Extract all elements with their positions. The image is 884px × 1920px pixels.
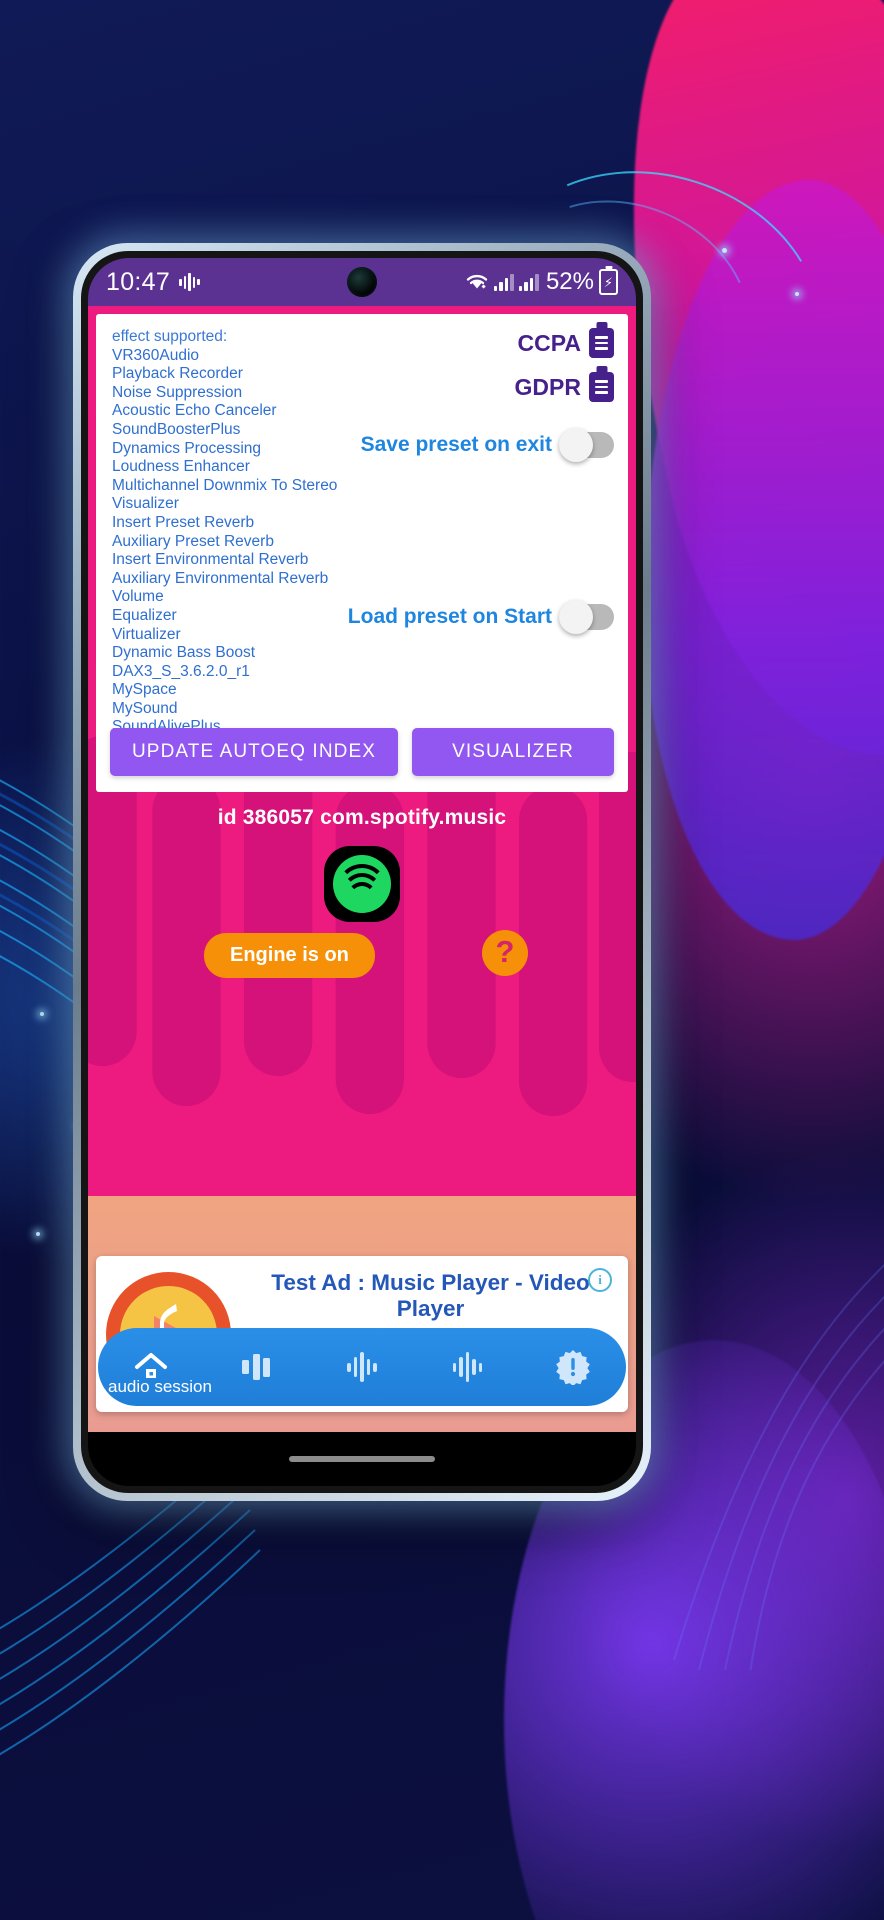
- ad-title: Test Ad : Music Player - Video Player: [271, 1270, 590, 1321]
- status-clock: 10:47: [106, 267, 171, 296]
- engine-status-button[interactable]: Engine is on: [204, 933, 375, 978]
- session-id-label: id 386057 com.spotify.music: [217, 806, 507, 829]
- clipboard-icon: [589, 372, 614, 402]
- app-content: effect supported: VR360Audio Playback Re…: [88, 306, 636, 1432]
- save-preset-label: Save preset on exit: [360, 433, 552, 456]
- gesture-nav-area: [88, 1432, 636, 1486]
- audio-wave-icon: [347, 1348, 377, 1386]
- effect-item: Loudness Enhancer: [112, 458, 250, 476]
- clipboard-icon: [589, 328, 614, 358]
- status-bar-right: 52% ⚡: [465, 268, 618, 296]
- battery-percent-label: 52%: [545, 268, 594, 295]
- wallpaper-spark: [722, 248, 727, 253]
- update-autoeq-index-button[interactable]: UPDATE AUTOEQ INDEX: [110, 728, 398, 776]
- save-preset-row: Save preset on exit: [360, 428, 614, 462]
- wallpaper-spark: [40, 1012, 44, 1016]
- load-preset-toggle[interactable]: [559, 600, 614, 634]
- phone-device: 10:47 52% ⚡ effect supported: VR360Audio…: [73, 243, 651, 1501]
- card-button-row: UPDATE AUTOEQ INDEX VISUALIZER: [110, 728, 614, 776]
- nav-item-wave-2[interactable]: [415, 1328, 521, 1406]
- status-bar-left: 10:47: [106, 268, 200, 297]
- save-preset-toggle[interactable]: [559, 428, 614, 462]
- bottom-navigation-bar: audio session: [98, 1328, 626, 1406]
- nav-item-wave-1[interactable]: [309, 1328, 415, 1406]
- equalizer-bars-icon: [242, 1348, 271, 1386]
- wifi-icon: [466, 274, 488, 289]
- phone-screen: 10:47 52% ⚡ effect supported: VR360Audio…: [88, 258, 636, 1486]
- effect-item: Auxiliary Environmental Reverb: [112, 569, 329, 587]
- camera-punch-hole: [347, 267, 377, 297]
- battery-charging-icon: ⚡: [599, 269, 618, 295]
- phone-bezel: 10:47 52% ⚡ effect supported: VR360Audio…: [81, 251, 643, 1493]
- load-preset-label: Load preset on Start: [347, 605, 552, 628]
- help-icon[interactable]: ?: [482, 930, 528, 976]
- gdpr-button[interactable]: GDPR: [354, 372, 614, 402]
- nav-item-audio-session[interactable]: audio session: [98, 1328, 212, 1406]
- effect-item: MySpace: [112, 681, 177, 699]
- effect-item: DAX3_S_3.6.2.0_r1: [112, 662, 250, 680]
- nav-item-alert[interactable]: [520, 1328, 626, 1406]
- spotify-icon[interactable]: [324, 846, 400, 922]
- status-bar: 10:47 52% ⚡: [88, 258, 636, 306]
- signal-icon: [493, 273, 514, 291]
- effects-card-body: effect supported: VR360Audio Playback Re…: [96, 314, 628, 792]
- gesture-bar[interactable]: [289, 1456, 435, 1462]
- audio-wave-icon: [179, 273, 200, 291]
- effect-item: Insert Environmental Reverb: [112, 551, 309, 569]
- wallpaper-spark: [795, 292, 799, 296]
- signal-icon: [518, 273, 539, 291]
- effect-item: Insert Preset Reverb: [112, 513, 255, 531]
- nav-label-audio-session: audio session: [108, 1377, 212, 1396]
- alert-badge-icon: [555, 1348, 591, 1386]
- ccpa-label: CCPA: [517, 329, 581, 356]
- nav-item-equalizer[interactable]: [204, 1328, 310, 1406]
- effects-card: effect supported: VR360Audio Playback Re…: [96, 314, 628, 792]
- gdpr-label: GDPR: [514, 373, 581, 400]
- wallpaper-spark: [36, 1232, 40, 1236]
- ccpa-button[interactable]: CCPA: [354, 328, 614, 358]
- visualizer-button[interactable]: VISUALIZER: [412, 728, 614, 776]
- effect-item: Visualizer: [112, 495, 179, 513]
- ad-info-icon[interactable]: i: [588, 1268, 612, 1292]
- effect-item: Dynamic Bass Boost: [112, 644, 255, 662]
- load-preset-row: Load preset on Start: [347, 600, 614, 634]
- effect-item: Auxiliary Preset Reverb: [112, 532, 274, 550]
- effect-item: Multichannel Downmix To Stereo: [112, 476, 338, 494]
- privacy-controls: CCPA GDPR: [354, 328, 614, 416]
- audio-wave-icon: [452, 1348, 483, 1386]
- effect-item: MySound: [112, 699, 178, 717]
